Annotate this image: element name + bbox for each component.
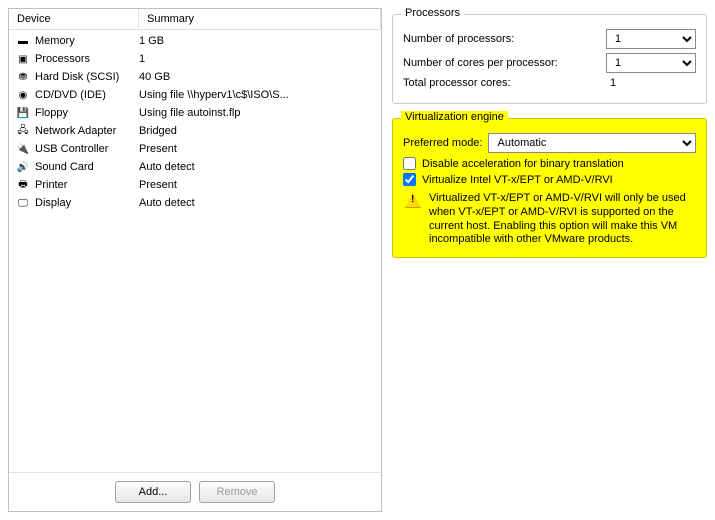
header-device: Device (9, 9, 139, 29)
preferred-mode-select[interactable]: Automatic (488, 133, 696, 153)
device-name: Sound Card (35, 161, 94, 173)
device-summary: Auto detect (139, 197, 381, 209)
table-row[interactable]: ⛃ Hard Disk (SCSI) 40 GB (9, 68, 381, 86)
device-button-bar: Add... Remove (9, 472, 381, 511)
table-row[interactable]: ◉ CD/DVD (IDE) Using file \\hyperv1\c$\ISO… (9, 86, 381, 104)
device-summary: Using file \\hyperv1\c$\ISO\S... (139, 89, 381, 101)
device-name: CD/DVD (IDE) (35, 89, 106, 101)
cores-per-processor-select[interactable]: 1 (606, 53, 696, 73)
device-name: Network Adapter (35, 125, 116, 137)
num-processors-label: Number of processors: (403, 33, 514, 45)
table-row[interactable]: 🔊 Sound Card Auto detect (9, 158, 381, 176)
disable-accel-checkbox[interactable] (403, 157, 416, 170)
processors-group: Processors Number of processors: 1 Numbe… (392, 14, 707, 104)
device-name: Display (35, 197, 71, 209)
remove-button[interactable]: Remove (199, 481, 275, 503)
table-row[interactable]: 🖶 Printer Present (9, 176, 381, 194)
hardware-device-list: Device Summary ▬ Memory 1 GB ▣ Processors 1 ⛃ H… (8, 8, 382, 512)
header-summary: Summary (139, 9, 381, 29)
device-summary: Present (139, 143, 381, 155)
virtualization-warning: Virtualized VT-x/EPT or AMD-V/RVI will o… (403, 192, 696, 247)
printer-icon: 🖶 (15, 178, 31, 192)
warning-text: Virtualized VT-x/EPT or AMD-V/RVI will o… (429, 192, 696, 247)
warning-icon (405, 192, 421, 208)
memory-icon: ▬ (15, 34, 31, 48)
preferred-mode-label: Preferred mode: (403, 137, 482, 149)
cdrom-icon: ◉ (15, 88, 31, 102)
display-icon: 🖵 (15, 196, 31, 210)
table-row[interactable]: 🔌 USB Controller Present (9, 140, 381, 158)
table-row[interactable]: 🖧 Network Adapter Bridged (9, 122, 381, 140)
device-summary: 40 GB (139, 71, 381, 83)
device-summary: Using file autoinst.flp (139, 107, 381, 119)
add-button[interactable]: Add... (115, 481, 191, 503)
table-row[interactable]: 🖵 Display Auto detect (9, 194, 381, 212)
table-row[interactable]: ▬ Memory 1 GB (9, 32, 381, 50)
hdd-icon: ⛃ (15, 70, 31, 84)
nic-icon: 🖧 (15, 124, 31, 138)
disable-accel-label: Disable acceleration for binary translat… (422, 158, 624, 170)
virtualization-legend: Virtualization engine (401, 111, 508, 123)
usb-icon: 🔌 (15, 142, 31, 156)
sound-icon: 🔊 (15, 160, 31, 174)
virtualize-intel-label: Virtualize Intel VT-x/EPT or AMD-V/RVI (422, 174, 613, 186)
device-table-header: Device Summary (9, 9, 381, 30)
num-processors-select[interactable]: 1 (606, 29, 696, 49)
device-summary: 1 GB (139, 35, 381, 47)
device-name: Hard Disk (SCSI) (35, 71, 119, 83)
table-row[interactable]: 💾 Floppy Using file autoinst.flp (9, 104, 381, 122)
device-summary: 1 (139, 53, 381, 65)
virtualization-engine-group: Virtualization engine Preferred mode: Au… (392, 118, 707, 258)
total-cores-label: Total processor cores: (403, 77, 511, 89)
device-name: USB Controller (35, 143, 108, 155)
cpu-icon: ▣ (15, 52, 31, 66)
device-name: Memory (35, 35, 75, 47)
device-name: Floppy (35, 107, 68, 119)
device-summary: Present (139, 179, 381, 191)
total-cores-value: 1 (606, 77, 696, 89)
device-table-body: ▬ Memory 1 GB ▣ Processors 1 ⛃ Hard Disk (SCSI)… (9, 30, 381, 472)
virtualize-intel-checkbox[interactable] (403, 173, 416, 186)
device-name: Processors (35, 53, 90, 65)
device-summary: Auto detect (139, 161, 381, 173)
table-row[interactable]: ▣ Processors 1 (9, 50, 381, 68)
floppy-icon: 💾 (15, 106, 31, 120)
device-summary: Bridged (139, 125, 381, 137)
processors-legend: Processors (401, 7, 464, 19)
device-name: Printer (35, 179, 67, 191)
cores-per-processor-label: Number of cores per processor: (403, 57, 558, 69)
